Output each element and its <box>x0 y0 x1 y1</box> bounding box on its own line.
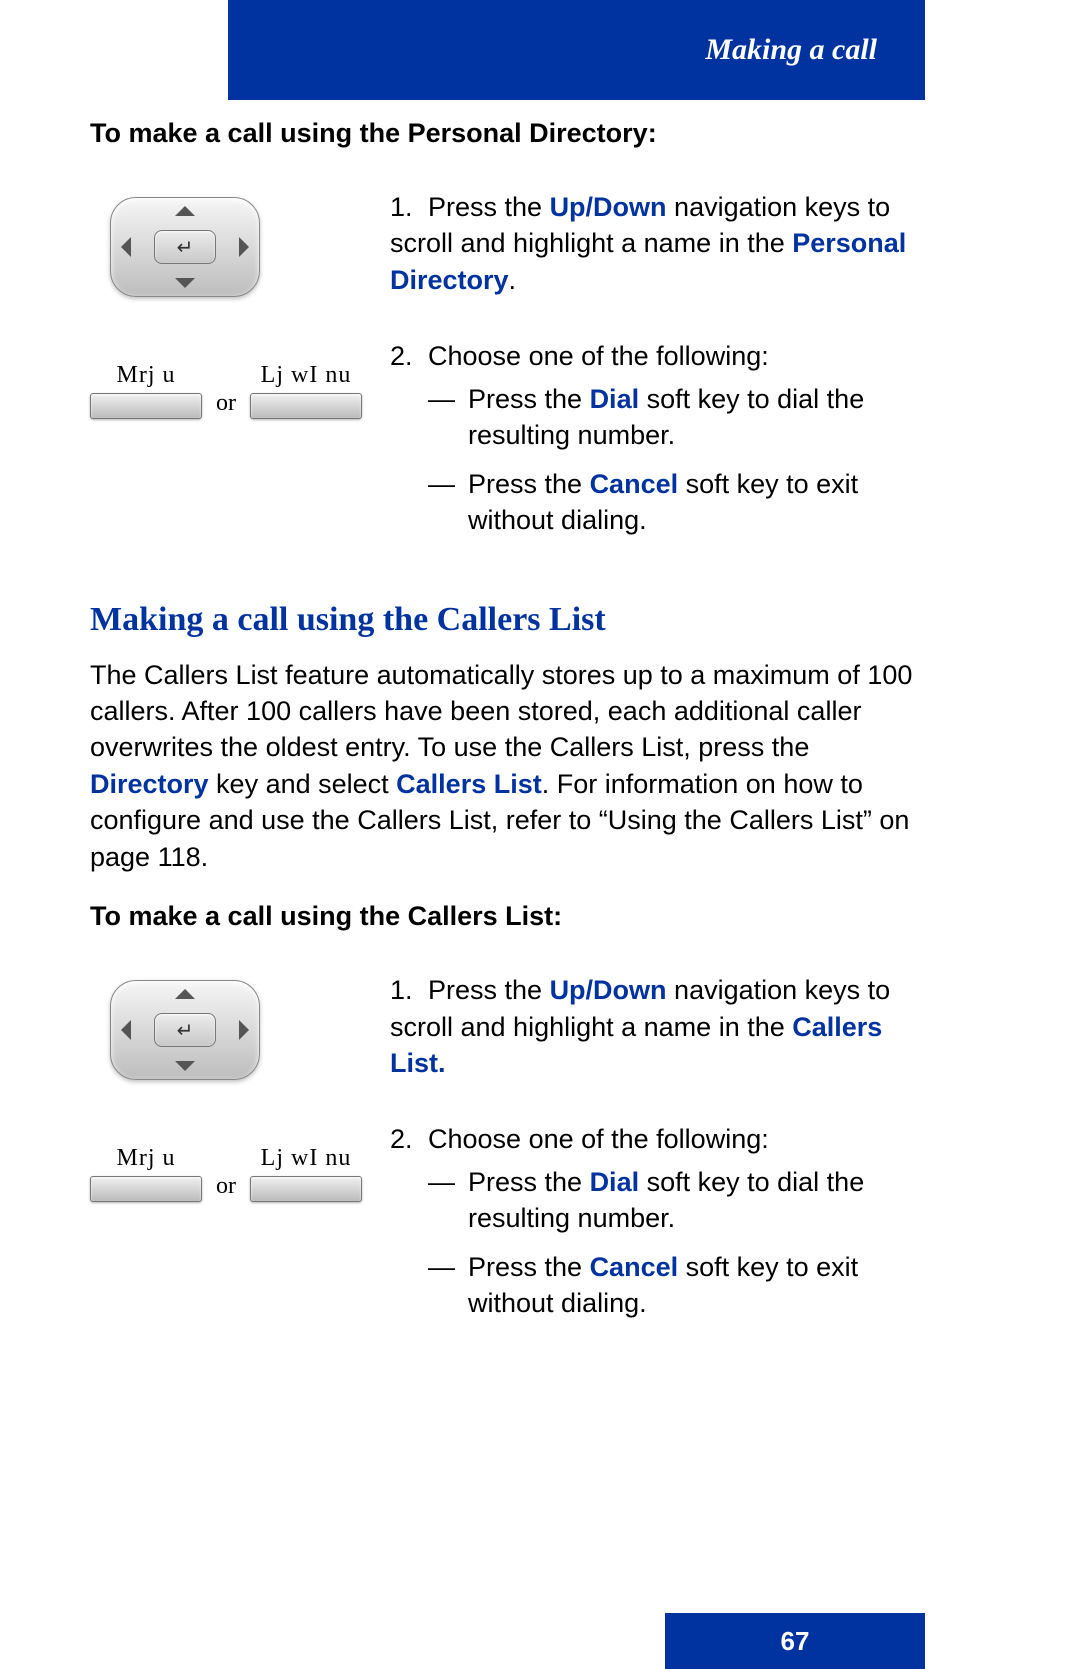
cancel-link: Cancel <box>590 1252 679 1282</box>
dial-link: Dial <box>590 1167 640 1197</box>
dash-list: Press the Dial soft key to dial the resu… <box>390 381 930 539</box>
step-number: 2. <box>390 1121 428 1157</box>
left-arrow-icon <box>121 1020 131 1040</box>
opt2-pre: Press the <box>468 469 590 499</box>
page-content: To make a call using the Personal Direct… <box>90 118 930 1374</box>
navigation-pad-icon: ↵ <box>110 197 260 297</box>
softkey-button-icon <box>250 393 362 419</box>
step2-lead: Choose one of the following: <box>428 1124 769 1154</box>
section2-heading: Making a call using the Callers List <box>90 601 930 639</box>
section1-step1-text: 1.Press the Up/Down navigation keys to s… <box>390 189 930 298</box>
nav-button-graphic: ↵ <box>90 972 390 1080</box>
opt1-pre: Press the <box>468 1167 590 1197</box>
section1-step2-text: 2.Choose one of the following: Press the… <box>390 338 930 550</box>
header-title: Making a call <box>705 33 877 67</box>
updown-link: Up/Down <box>550 192 667 222</box>
page-number: 67 <box>781 1626 810 1657</box>
softkey-button-icon <box>90 393 202 419</box>
down-arrow-icon <box>175 1061 195 1071</box>
dial-link: Dial <box>590 384 640 414</box>
down-arrow-icon <box>175 278 195 288</box>
directory-link: Directory <box>90 769 209 799</box>
softkey-graphic: Mrj u or Lj wI nu <box>90 338 390 419</box>
header-tab: Making a call <box>228 0 925 100</box>
enter-key-icon: ↵ <box>154 1013 216 1047</box>
right-arrow-icon <box>239 1020 249 1040</box>
section1-step1-row: ↵ 1.Press the Up/Down navigation keys to… <box>90 189 930 298</box>
opt2-pre: Press the <box>468 1252 590 1282</box>
softkey-right-unit: Lj wI nu <box>250 362 362 419</box>
list-item: Press the Cancel soft key to exit withou… <box>428 1249 930 1322</box>
softkey-right-label: Lj wI nu <box>250 362 362 389</box>
dash-list: Press the Dial soft key to dial the resu… <box>390 1164 930 1322</box>
step1-post: . <box>509 265 517 295</box>
section2-step1-text: 1.Press the Up/Down navigation keys to s… <box>390 972 930 1081</box>
list-item: Press the Cancel soft key to exit withou… <box>428 466 930 539</box>
softkey-left-unit: Mrj u <box>90 362 202 419</box>
up-arrow-icon <box>175 206 195 216</box>
footer-tab: 67 <box>665 1613 925 1669</box>
or-text: or <box>216 1173 236 1202</box>
step1-pre: Press the <box>428 192 550 222</box>
navigation-pad-icon: ↵ <box>110 980 260 1080</box>
step2-lead: Choose one of the following: <box>428 341 769 371</box>
cancel-link: Cancel <box>590 469 679 499</box>
opt1-pre: Press the <box>468 384 590 414</box>
step-number: 2. <box>390 338 428 374</box>
softkey-left-unit: Mrj u <box>90 1145 202 1202</box>
softkey-right-label: Lj wI nu <box>250 1145 362 1172</box>
or-text: or <box>216 390 236 419</box>
section2-intro: To make a call using the Callers List: <box>90 901 930 932</box>
section2-paragraph: The Callers List feature automatically s… <box>90 657 930 876</box>
softkey-right-unit: Lj wI nu <box>250 1145 362 1202</box>
updown-link: Up/Down <box>550 975 667 1005</box>
section1-intro: To make a call using the Personal Direct… <box>90 118 930 149</box>
softkey-group: Mrj u or Lj wI nu <box>90 1145 390 1202</box>
softkey-left-label: Mrj u <box>90 1145 202 1172</box>
section2-step2-text: 2.Choose one of the following: Press the… <box>390 1121 930 1333</box>
softkey-left-label: Mrj u <box>90 362 202 389</box>
nav-button-graphic: ↵ <box>90 189 390 297</box>
section2-step1-row: ↵ 1.Press the Up/Down navigation keys to… <box>90 972 930 1081</box>
step-number: 1. <box>390 972 428 1008</box>
softkey-button-icon <box>90 1176 202 1202</box>
right-arrow-icon <box>239 237 249 257</box>
enter-key-icon: ↵ <box>154 230 216 264</box>
section2-step2-row: Mrj u or Lj wI nu 2.Choose one of the fo… <box>90 1121 930 1333</box>
left-arrow-icon <box>121 237 131 257</box>
list-item: Press the Dial soft key to dial the resu… <box>428 381 930 454</box>
up-arrow-icon <box>175 989 195 999</box>
section1-step2-row: Mrj u or Lj wI nu 2.Choose one of the fo… <box>90 338 930 550</box>
softkey-button-icon <box>250 1176 362 1202</box>
step-number: 1. <box>390 189 428 225</box>
list-item: Press the Dial soft key to dial the resu… <box>428 1164 930 1237</box>
step1-pre: Press the <box>428 975 550 1005</box>
para-pre: The Callers List feature automatically s… <box>90 660 912 763</box>
softkey-graphic: Mrj u or Lj wI nu <box>90 1121 390 1202</box>
callers-list-link: Callers List <box>396 769 542 799</box>
softkey-group: Mrj u or Lj wI nu <box>90 362 390 419</box>
para-mid: key and select <box>209 769 397 799</box>
